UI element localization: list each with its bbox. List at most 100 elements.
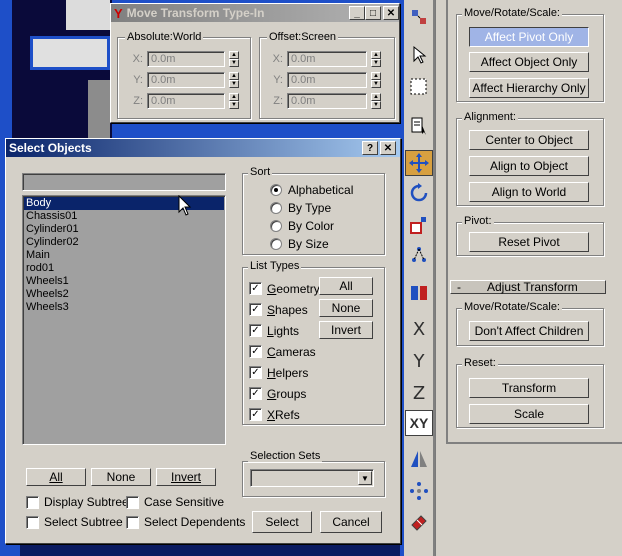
sort-option[interactable]: By Type <box>270 199 353 217</box>
y-axis-tool[interactable]: Y <box>405 348 433 374</box>
list-item[interactable]: Body <box>24 197 224 210</box>
xy-plane-tool[interactable]: XY <box>405 410 433 436</box>
list-type-option[interactable]: ✓ Groups <box>249 383 320 404</box>
select-subtree-option[interactable]: Select Subtree <box>26 515 123 529</box>
select-dependents-checkbox[interactable] <box>126 515 139 529</box>
off-x-spinner[interactable]: ▲ ▼ <box>371 51 381 67</box>
dont-affect-children-button[interactable]: Don't Affect Children <box>469 321 589 341</box>
off-y-spinner[interactable]: ▲ ▼ <box>371 72 381 88</box>
tool-top-icon[interactable] <box>405 4 433 30</box>
affect-object-only-button[interactable]: Affect Object Only <box>469 52 589 72</box>
list-item[interactable]: Chassis01 <box>24 210 224 223</box>
sort-radio[interactable] <box>270 184 282 196</box>
list-item[interactable]: Cylinder01 <box>24 223 224 236</box>
scale-reset-button[interactable]: Scale <box>469 404 589 424</box>
select-dependents-option[interactable]: Select Dependents <box>126 515 245 529</box>
list-item[interactable]: Wheels2 <box>24 288 224 301</box>
rotate-icon <box>410 183 428 202</box>
select-button[interactable]: Select <box>252 511 312 533</box>
rotate-tool[interactable] <box>405 180 433 206</box>
x-axis-tool[interactable]: X <box>405 316 433 342</box>
array-tool[interactable] <box>405 478 433 504</box>
off-z-spinner[interactable]: ▲ ▼ <box>371 93 381 109</box>
abs-y-spinner[interactable]: ▲ ▼ <box>229 72 239 88</box>
off-y-field[interactable]: 0.0m <box>287 72 367 88</box>
case-sensitive-option[interactable]: Case Sensitive <box>126 495 224 509</box>
list-type-option[interactable]: ✓ Helpers <box>249 362 320 383</box>
chevron-down-icon[interactable]: ▼ <box>358 471 372 485</box>
eraser-tool[interactable] <box>405 508 433 534</box>
list-item[interactable]: Wheels1 <box>24 275 224 288</box>
affect-pivot-only-button[interactable]: Affect Pivot Only <box>469 27 589 47</box>
close-button[interactable]: ✕ <box>383 6 399 20</box>
abs-x-spinner[interactable]: ▲ ▼ <box>229 51 239 67</box>
transform-reset-button[interactable]: Transform <box>469 378 589 398</box>
link-tool[interactable] <box>405 242 433 268</box>
checkmark-icon[interactable]: ✓ <box>249 345 262 358</box>
list-type-option[interactable]: ✓ Shapes <box>249 299 320 320</box>
align-to-object-button[interactable]: Align to Object <box>469 156 589 176</box>
display-subtree-checkbox[interactable] <box>26 495 39 509</box>
abs-x-field[interactable]: 0.0m <box>147 51 225 67</box>
list-item[interactable]: rod01 <box>24 262 224 275</box>
select-subtree-checkbox[interactable] <box>26 515 39 529</box>
select-by-name-tool[interactable] <box>405 112 433 138</box>
off-x-field[interactable]: 0.0m <box>287 51 367 67</box>
abs-z-spinner[interactable]: ▲ ▼ <box>229 93 239 109</box>
reset-pivot-button[interactable]: Reset Pivot <box>469 232 589 252</box>
selection-sets-dropdown[interactable]: ▼ <box>250 469 374 487</box>
list-invert-button[interactable]: Invert <box>156 468 216 486</box>
move-transform-titlebar[interactable]: Y Move Transform Type-In _ □ ✕ <box>111 4 399 22</box>
checkmark-icon[interactable]: ✓ <box>249 387 262 400</box>
types-none-button[interactable]: None <box>319 299 373 317</box>
list-type-option[interactable]: ✓ XRefs <box>249 404 320 425</box>
list-all-button[interactable]: All <box>26 468 86 486</box>
checkmark-icon[interactable]: ✓ <box>249 303 262 316</box>
list-item[interactable]: Cylinder02 <box>24 236 224 249</box>
y-axis-icon: Y <box>413 350 425 372</box>
checkmark-icon[interactable]: ✓ <box>249 324 262 337</box>
sort-radio[interactable] <box>270 238 282 250</box>
select-objects-titlebar[interactable]: Select Objects ? ✕ <box>6 139 400 157</box>
list-type-option[interactable]: ✓ Cameras <box>249 341 320 362</box>
list-item[interactable]: Main <box>24 249 224 262</box>
mirror-tool[interactable] <box>405 446 433 472</box>
object-search-input[interactable] <box>22 173 226 191</box>
sort-option[interactable]: Alphabetical <box>270 181 353 199</box>
maximize-button[interactable]: □ <box>365 6 381 20</box>
adjust-transform-rollout-header[interactable]: - Adjust Transform <box>450 280 606 294</box>
help-button[interactable]: ? <box>362 141 378 155</box>
sort-option[interactable]: By Size <box>270 235 353 253</box>
list-type-option[interactable]: ✓ Geometry <box>249 278 320 299</box>
align-to-world-button[interactable]: Align to World <box>469 182 589 202</box>
center-to-object-button[interactable]: Center to Object <box>469 130 589 150</box>
types-all-button[interactable]: All <box>319 277 373 295</box>
checkmark-icon[interactable]: ✓ <box>249 282 262 295</box>
minimize-button[interactable]: _ <box>349 6 365 20</box>
list-none-button[interactable]: None <box>91 468 151 486</box>
affect-hierarchy-only-button[interactable]: Affect Hierarchy Only <box>469 78 589 98</box>
checkmark-icon[interactable]: ✓ <box>249 366 262 379</box>
abs-y-field[interactable]: 0.0m <box>147 72 225 88</box>
z-axis-tool[interactable]: Z <box>405 380 433 406</box>
display-subtree-option[interactable]: Display Subtree <box>26 495 129 509</box>
select-region-tool[interactable] <box>405 74 433 100</box>
select-arrow-tool[interactable] <box>405 42 433 68</box>
object-list[interactable]: Body Chassis01 Cylinder01 Cylinder02 Main rod… <box>22 195 226 445</box>
sort-radio[interactable] <box>270 202 282 214</box>
bind-tool[interactable] <box>405 280 433 306</box>
off-z-field[interactable]: 0.0m <box>287 93 367 109</box>
list-item[interactable]: Wheels3 <box>24 301 224 314</box>
sort-radio[interactable] <box>270 220 282 232</box>
case-sensitive-checkbox[interactable] <box>126 495 139 509</box>
dialog-close-button[interactable]: ✕ <box>380 141 396 155</box>
scale-tool[interactable] <box>405 212 433 238</box>
abs-z-field[interactable]: 0.0m <box>147 93 225 109</box>
move-tool[interactable] <box>405 150 433 176</box>
list-type-option[interactable]: ✓ Lights <box>249 320 320 341</box>
cancel-button[interactable]: Cancel <box>320 511 382 533</box>
off-z-row: Z: 0.0m ▲ ▼ <box>271 93 381 109</box>
sort-option[interactable]: By Color <box>270 217 353 235</box>
checkmark-icon[interactable]: ✓ <box>249 408 262 421</box>
types-invert-button[interactable]: Invert <box>319 321 373 339</box>
